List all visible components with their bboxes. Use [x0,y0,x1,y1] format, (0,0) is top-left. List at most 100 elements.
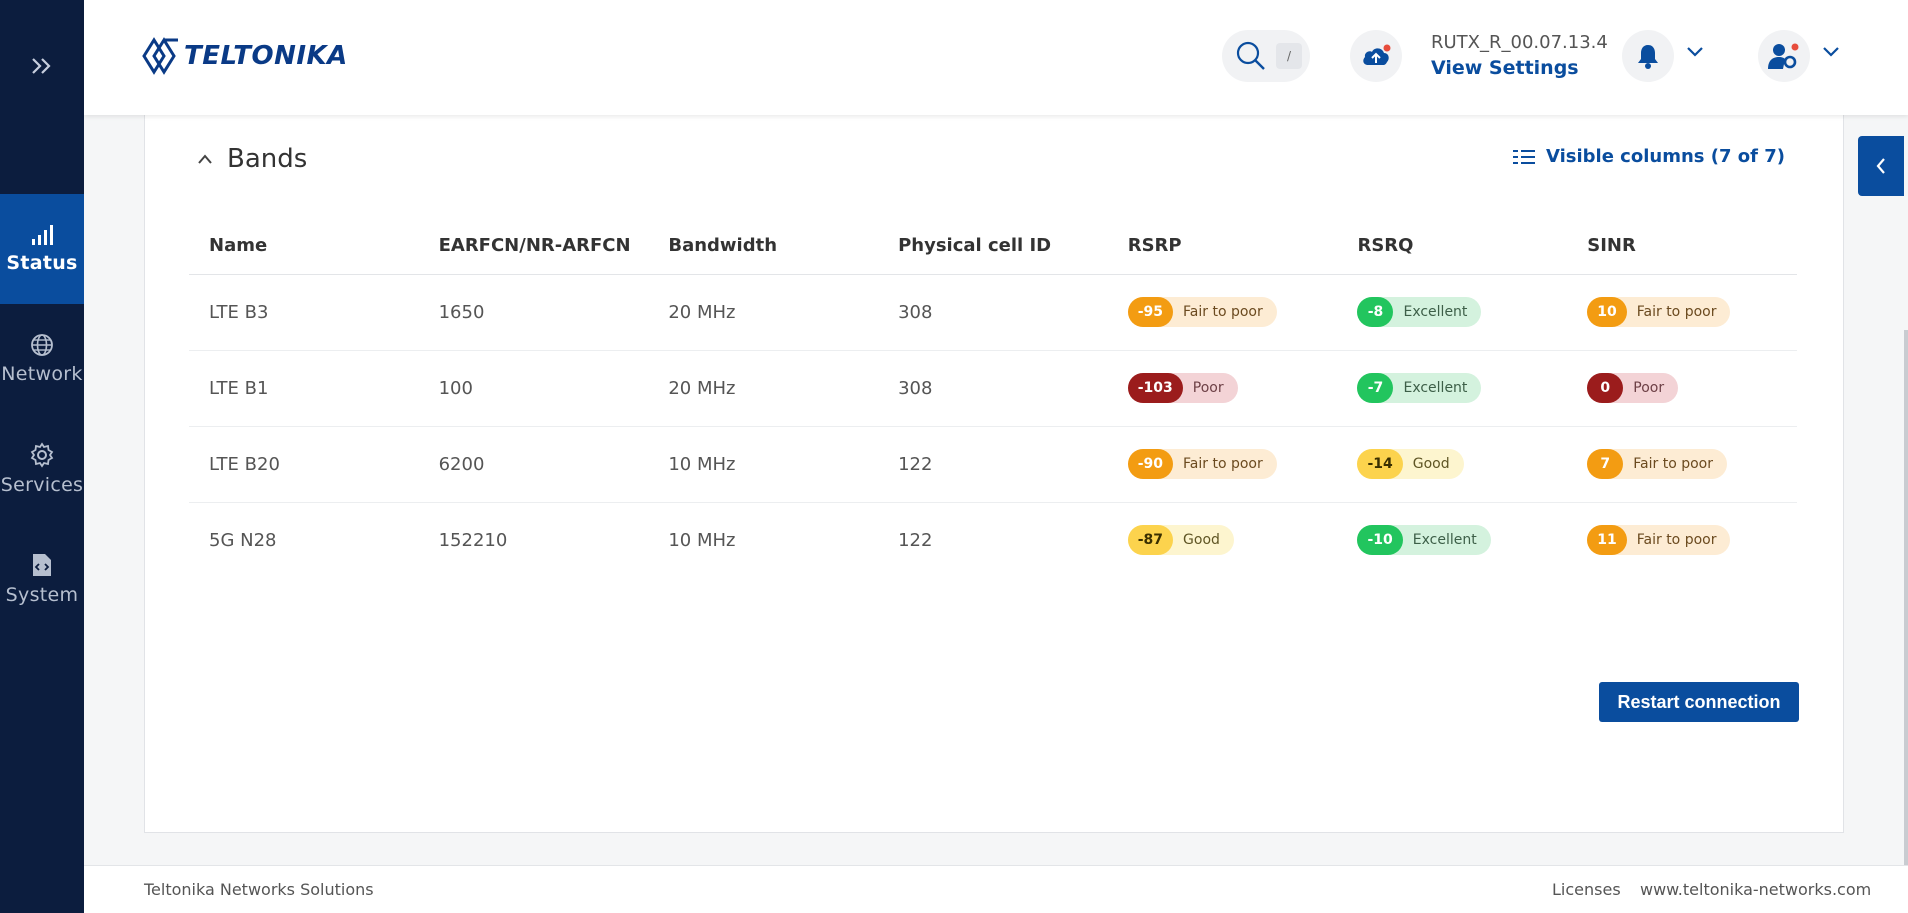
rsrq-cell: -7 Excellent [1337,350,1568,427]
badge-label: Excellent [1403,304,1468,320]
rsrq-quality-badge: -14 Good [1357,449,1464,479]
badge-label: Fair to poor [1636,304,1717,320]
pci-cell: 308 [878,274,1108,351]
column-header-earfcn[interactable]: EARFCN/NR-ARFCN [418,218,649,275]
bandwidth-cell: 20 MHz [648,350,879,427]
table-row: LTE B1 100 20 MHz 308 -103 Poor -7 Excellent 0 Po… [189,350,1797,427]
column-header-rsrq[interactable]: RSRQ [1337,218,1568,275]
chevron-down-icon[interactable] [1822,46,1840,58]
sidebar-item-label: Status [6,252,78,274]
band-name-cell: 5G N28 [209,529,277,551]
badge-label: Poor [1633,380,1665,396]
card-title: Bands [227,144,308,174]
pci-cell: 122 [878,426,1108,503]
rsrq-cell: -10 Excellent [1337,502,1567,578]
sidebar-item-network[interactable]: Network [0,304,84,414]
badge-value: 0 [1587,373,1624,403]
notifications-button[interactable] [1622,30,1674,82]
bandwidth-cell: 10 MHz [668,529,736,551]
top-header: TELTONIKA / RUTX_R_00.07.13.4 View Setti… [84,0,1908,115]
table-row: 5G N28 152210 10 MHz 122 -87 Good -10 Excellent… [189,502,1797,578]
column-header-sinr[interactable]: SINR [1567,218,1797,275]
table-row: LTE B20 6200 10 MHz 122 -90 Fair to poor -14 Go… [189,426,1797,503]
badge-label: Excellent [1403,380,1468,396]
band-name-cell: LTE B20 [189,426,419,503]
teltonika-logo[interactable]: TELTONIKA [142,32,348,80]
column-header-rsrp[interactable]: RSRP [1107,218,1338,275]
user-settings-icon [1768,43,1799,69]
column-header-name[interactable]: Name [189,218,419,275]
sidebar-item-status[interactable]: Status [0,194,84,304]
rsrp-quality-badge: -90 Fair to poor [1127,449,1277,479]
badge-label: Fair to poor [1183,304,1263,320]
expand-sidebar-button[interactable] [0,32,84,100]
view-settings-link[interactable]: View Settings [1431,57,1608,79]
badge-label: Excellent [1412,532,1477,549]
search-icon [1236,41,1265,70]
band-name-cell: LTE B3 [189,274,419,351]
licenses-link[interactable]: Licenses [1552,880,1621,899]
table-header-row: Name EARFCN/NR-ARFCN Bandwidth Physical … [189,218,1797,275]
file-code-icon [33,554,51,576]
chevron-down-icon[interactable] [1686,46,1704,58]
badge-value: -95 [1127,297,1174,327]
pci-cell: 308 [878,350,1108,427]
chevron-up-icon [198,154,212,164]
column-header-pci[interactable]: Physical cell ID [878,218,1108,275]
sinr-cell: 7 Fair to poor [1567,426,1797,503]
badge-value: -14 [1357,449,1403,479]
table-row: LTE B3 1650 20 MHz 308 -95 Fair to poor -8 Exce… [189,274,1797,351]
sidebar-item-label: Network [1,363,83,385]
globe-icon [31,334,53,356]
rsrp-cell: -90 Fair to poor [1107,426,1338,503]
badge-label: Fair to poor [1633,456,1713,472]
sinr-quality-badge: 0 Poor [1587,373,1679,403]
badge-value: -90 [1127,449,1174,479]
badge-value: -87 [1127,525,1174,556]
teltonika-mark-icon [142,37,178,75]
firmware-version: RUTX_R_00.07.13.4 [1431,32,1608,53]
bandwidth-cell: 10 MHz [648,426,879,503]
earfcn-cell: 6200 [418,426,649,503]
badge-label: Poor [1192,380,1224,396]
badge-label: Good [1183,532,1220,549]
signal-bars-icon [32,225,53,245]
brand-name: TELTONIKA [184,41,348,71]
search-button[interactable]: / [1222,30,1310,82]
sidebar-item-services[interactable]: Services [0,414,84,524]
rsrp-quality-badge: -103 Poor [1127,373,1238,403]
sinr-quality-badge: 7 Fair to poor [1587,449,1727,479]
columns-list-icon [1512,149,1535,164]
rsrp-cell: -103 Poor [1107,350,1338,427]
chevron-left-icon [1876,158,1885,174]
visible-columns-button[interactable]: Visible columns (7 of 7) [1512,146,1785,167]
badge-label: Good [1412,456,1450,472]
rsrp-cell: -87 Good [1108,502,1338,578]
badge-value: -103 [1127,373,1183,403]
badge-value: 11 [1587,525,1627,556]
sidebar: Status Network Services System [0,0,84,913]
website-link[interactable]: www.teltonika-networks.com [1640,880,1871,899]
sidebar-item-system[interactable]: System [0,524,84,634]
page-scrollbar[interactable] [1904,330,1908,913]
sinr-cell: 10 Fair to poor [1567,274,1797,351]
cloud-sync-button[interactable] [1350,30,1402,82]
earfcn-cell: 100 [418,350,649,427]
sinr-cell: 0 Poor [1567,350,1797,427]
bands-collapse-toggle[interactable]: Bands [197,144,307,174]
rsrq-quality-badge: -10 Excellent [1357,525,1491,556]
rsrq-quality-badge: -7 Excellent [1357,373,1482,403]
footer: Teltonika Networks Solutions Licenses ww… [84,865,1908,913]
rsrp-quality-badge: -95 Fair to poor [1127,297,1277,327]
badge-value: -7 [1357,373,1394,403]
restart-connection-button[interactable]: Restart connection [1599,682,1799,722]
sinr-quality-badge: 10 Fair to poor [1587,297,1731,327]
visible-columns-label: Visible columns (7 of 7) [1545,146,1785,167]
user-menu-button[interactable] [1758,30,1810,82]
bandwidth-cell: 20 MHz [648,274,879,351]
badge-value: 10 [1587,297,1627,327]
side-panel-toggle[interactable] [1858,136,1904,196]
earfcn-cell: 152210 [438,529,508,551]
column-header-bandwidth[interactable]: Bandwidth [648,218,879,275]
rsrq-cell: -14 Good [1337,426,1568,503]
